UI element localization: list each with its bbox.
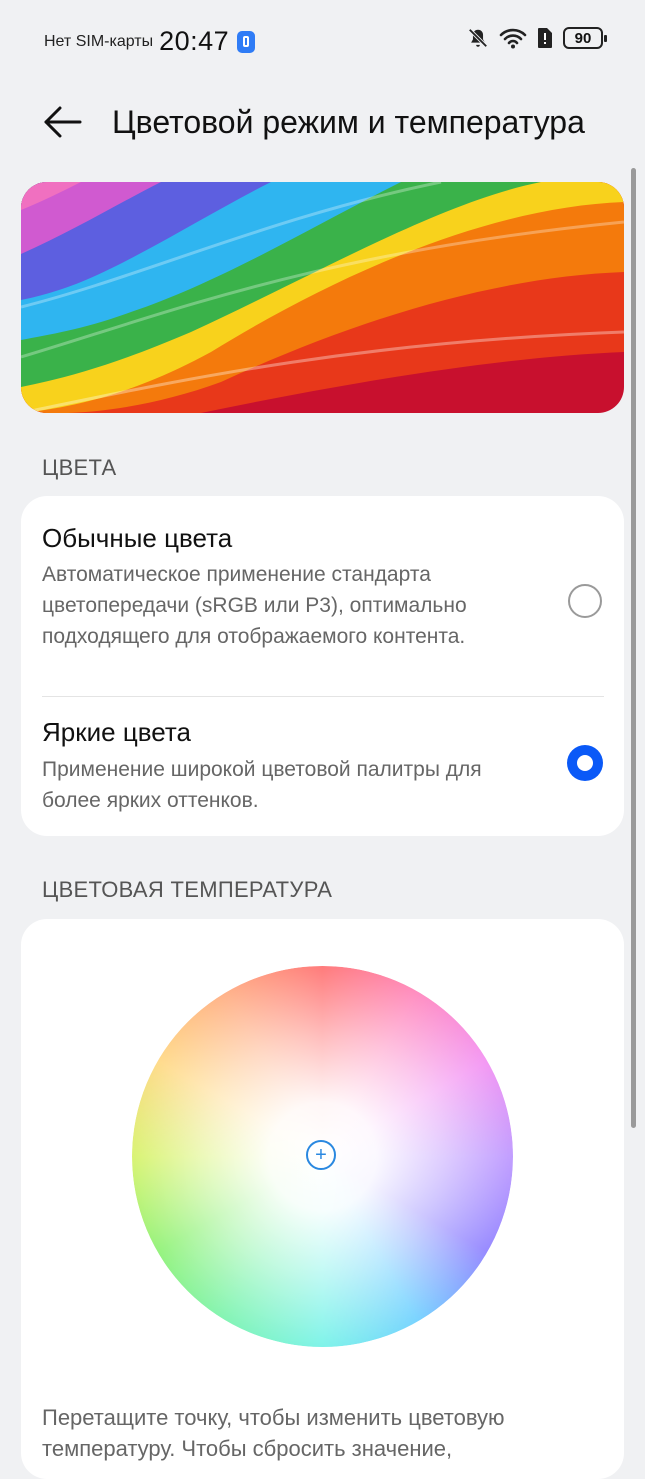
color-temperature-wheel[interactable]: +	[132, 966, 513, 1347]
page-title: Цветовой режим и температура	[112, 104, 585, 140]
rainbow-banner-image	[21, 182, 624, 413]
temperature-card: + Перетащите точку, чтобы изменить цвето…	[21, 919, 624, 1479]
radio-normal-colors[interactable]	[568, 584, 602, 618]
app-header: Цветовой режим и температура	[0, 90, 645, 154]
option-title: Яркие цвета	[42, 717, 191, 747]
crosshair-plus-icon[interactable]: +	[306, 1140, 336, 1170]
status-bar: Нет SIM-карты 20:47 90	[0, 0, 645, 80]
temperature-section-title: ЦВЕТОВАЯ ТЕМПЕРАТУРА	[42, 877, 333, 902]
status-left: Нет SIM-карты 20:47	[44, 26, 256, 57]
battery-icon: 90	[563, 27, 607, 49]
battery-level: 90	[574, 29, 592, 47]
mute-bell-icon	[468, 28, 488, 48]
option-vivid-colors[interactable]: Яркие цвета Применение широкой цветовой …	[21, 697, 624, 836]
option-description: Применение широкой цветовой палитры для …	[42, 758, 482, 812]
colors-section-title: ЦВЕТА	[42, 455, 117, 480]
back-arrow-icon[interactable]	[40, 98, 88, 146]
scrollbar[interactable]	[631, 168, 636, 1128]
carrier-label: Нет SIM-карты	[44, 32, 154, 50]
notification-badge-icon	[237, 30, 256, 53]
option-description: Автоматическое применение стандарта цвет…	[42, 563, 467, 648]
radio-vivid-colors[interactable]	[567, 745, 603, 781]
option-normal-colors[interactable]: Обычные цвета Автоматическое применение …	[21, 496, 624, 696]
clock: 20:47	[159, 26, 230, 56]
colors-options-card: Обычные цвета Автоматическое применение …	[21, 496, 624, 836]
status-right: 90	[467, 27, 607, 49]
radio-dot	[577, 755, 593, 771]
sim-icon	[538, 28, 552, 48]
wifi-icon	[499, 28, 527, 49]
temperature-hint: Перетащите точку, чтобы изменить цветову…	[42, 1405, 505, 1461]
option-title: Обычные цвета	[42, 523, 233, 553]
